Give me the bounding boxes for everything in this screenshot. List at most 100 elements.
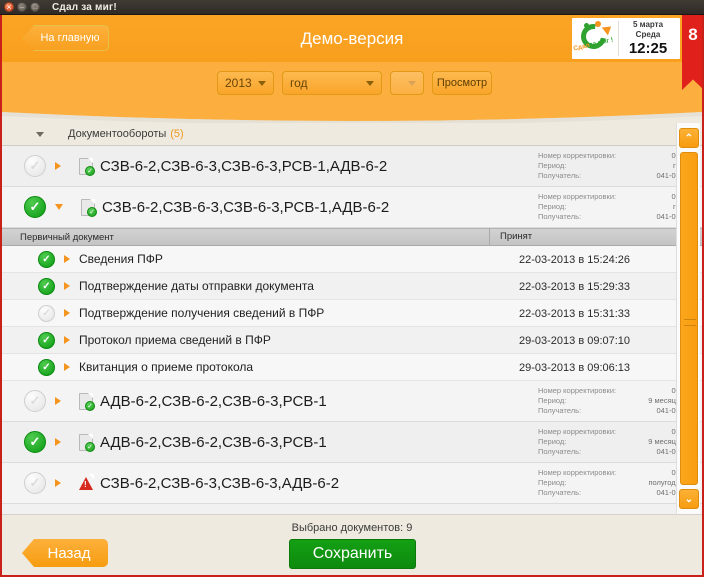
- row-checkbox[interactable]: ✓: [24, 155, 46, 177]
- subrow-checkbox[interactable]: ✓: [38, 358, 55, 376]
- group-label: Документообороты: [68, 128, 167, 140]
- subtable-header: Первичный документ Принят: [2, 228, 702, 246]
- vertical-scrollbar[interactable]: ⌃ ⌄: [676, 123, 700, 514]
- table-row[interactable]: ✓ АДВ-6-2,СЗВ-6-2,СЗВ-6-3,РСВ-1 Номер ко…: [2, 381, 702, 422]
- date-weekday: Среда: [635, 30, 661, 39]
- year-select[interactable]: 2013: [217, 71, 274, 95]
- meta-label-recipient: Получатель:: [538, 171, 582, 180]
- back-button[interactable]: Назад: [22, 539, 108, 567]
- row-meta: Номер корректировки:000 Период:9 месяцев…: [538, 386, 684, 416]
- home-button[interactable]: На главную: [23, 25, 109, 51]
- meta-label-correction: Номер корректировки:: [538, 151, 617, 160]
- period-select-value: год: [290, 76, 308, 90]
- subrow-title: Квитанция о приеме протокола: [79, 360, 254, 374]
- datetime-panel: 5 марта Среда 12:25: [618, 20, 680, 57]
- meta-label-recipient: Получатель:: [538, 447, 582, 456]
- view-button[interactable]: Просмотр: [432, 71, 492, 95]
- group-header-documentooboroty[interactable]: Документообороты (5): [2, 123, 702, 145]
- chevron-right-icon[interactable]: [55, 397, 61, 405]
- document-ok-icon: [81, 198, 97, 217]
- table-row[interactable]: ✓ АДВ-6-2,СЗВ-6-2,СЗВ-6-3,РСВ-1 Номер ко…: [2, 422, 702, 463]
- chevron-right-icon[interactable]: [64, 282, 70, 290]
- meta-label-period: Период:: [538, 396, 567, 405]
- subrow-date: 22-03-2013 в 15:31:33: [519, 307, 631, 320]
- table-row[interactable]: ✓ СЗВ-6-2,СЗВ-6-3,СЗВ-6-3,РСВ-1,АДВ-6-2 …: [2, 187, 702, 228]
- chevron-right-icon[interactable]: [64, 255, 70, 263]
- row-title: СЗВ-6-2,СЗВ-6-3,СЗВ-6-3,РСВ-1,АДВ-6-2: [102, 198, 390, 216]
- subrow-date: 22-03-2013 в 15:29:33: [519, 280, 631, 293]
- meta-label-period: Период:: [538, 161, 567, 170]
- row-checkbox[interactable]: ✓: [24, 390, 46, 412]
- subrow-checkbox[interactable]: ✓: [38, 304, 55, 322]
- year-select-value: 2013: [225, 76, 252, 90]
- subrow-date: 22-03-2013 в 15:24:26: [519, 253, 631, 266]
- row-title: АДВ-6-2,СЗВ-6-2,СЗВ-6-3,РСВ-1: [100, 392, 327, 410]
- subrow-date: 29-03-2013 в 09:07:10: [519, 334, 631, 347]
- period-select[interactable]: год: [282, 71, 382, 95]
- meta-label-correction: Номер корректировки:: [538, 192, 617, 201]
- subrow-title: Протокол приема сведений в ПФР: [79, 333, 271, 347]
- application-window: Сдал за миг! Демо-версия На главную Сдал…: [0, 0, 704, 577]
- meta-label-recipient: Получатель:: [538, 406, 582, 415]
- subrow-checkbox[interactable]: ✓: [38, 277, 55, 295]
- list-item[interactable]: ✓ Подтверждение получения сведений в ПФР…: [2, 300, 702, 327]
- chevron-right-icon[interactable]: [64, 309, 70, 317]
- extra-select[interactable]: [390, 71, 424, 95]
- window-minimize-button[interactable]: [17, 2, 27, 12]
- window-close-button[interactable]: [4, 2, 14, 12]
- scroll-up-button[interactable]: ⌃: [679, 128, 699, 148]
- row-title: СЗВ-6-2,СЗВ-6-3,СЗВ-6-3,АДВ-6-2: [100, 474, 340, 492]
- meta-label-recipient: Получатель:: [538, 488, 582, 497]
- chevron-right-icon[interactable]: [55, 479, 61, 487]
- subrow-checkbox[interactable]: ✓: [38, 331, 55, 349]
- brand-logo-panel: Сдалза миг ! 5 марта Среда 12:25: [572, 18, 680, 59]
- document-ok-icon: [79, 392, 95, 411]
- document-list-panel: Документообороты (5) ✓ СЗВ-6-2,СЗВ-6-3,С…: [2, 123, 702, 514]
- chevron-right-icon[interactable]: [55, 162, 61, 170]
- subrow-title: Подтверждение даты отправки документа: [79, 279, 314, 293]
- list-item[interactable]: ✓ Подтверждение даты отправки документа …: [2, 273, 702, 300]
- row-checkbox[interactable]: ✓: [24, 472, 46, 494]
- document-ok-icon: [79, 433, 95, 452]
- chevron-right-icon[interactable]: [64, 336, 70, 344]
- row-checkbox[interactable]: ✓: [24, 431, 46, 453]
- scrollbar-thumb[interactable]: [680, 152, 698, 485]
- chevron-down-icon: [408, 80, 416, 86]
- selected-count-label: Выбрано документов: 9: [291, 522, 413, 534]
- table-row[interactable]: ✓ СЗВ-6-2,СЗВ-6-3,СЗВ-6-3,РСВ-1,АДВ-6-2 …: [2, 146, 702, 187]
- chevron-right-icon[interactable]: [64, 363, 70, 371]
- list-item[interactable]: ✓ Сведения ПФР 22-03-2013 в 15:24:26: [2, 246, 702, 273]
- chevron-down-icon[interactable]: [55, 204, 63, 210]
- meta-label-period: Период:: [538, 478, 567, 487]
- table-row[interactable]: ✓ СЗВ-6-2,СЗВ-6-3,СЗВ-6-3,АДВ-6-2 Номер …: [2, 463, 702, 504]
- window-maximize-button[interactable]: [30, 2, 40, 12]
- list-item[interactable]: ✓ Протокол приема сведений в ПФР 29-03-2…: [2, 327, 702, 354]
- row-title: АДВ-6-2,СЗВ-6-2,СЗВ-6-3,РСВ-1: [100, 433, 327, 451]
- window-title: Сдал за миг!: [52, 1, 117, 13]
- save-button[interactable]: Сохранить: [289, 539, 416, 569]
- scroll-down-button[interactable]: ⌄: [679, 489, 699, 509]
- promo-ribbon: 8: [682, 15, 702, 90]
- app-frame: Демо-версия На главную Сдалза миг ! 5 ма…: [0, 15, 704, 577]
- rows-container: ✓ СЗВ-6-2,СЗВ-6-3,СЗВ-6-3,РСВ-1,АДВ-6-2 …: [2, 145, 702, 514]
- chevron-down-icon: [258, 80, 266, 86]
- row-meta: Номер корректировки:000 Период:год Получ…: [538, 151, 684, 181]
- date-day: 5 марта: [632, 20, 664, 29]
- subrow-title: Сведения ПФР: [79, 252, 163, 266]
- filter-toolbar: 2013 год Просмотр: [2, 62, 702, 104]
- subrow-checkbox[interactable]: ✓: [38, 250, 55, 268]
- footer-bar: Выбрано документов: 9 Назад Сохранить: [2, 514, 702, 575]
- meta-label-recipient: Получатель:: [538, 212, 582, 221]
- row-meta: Номер корректировки:000 Период:полугодие…: [538, 468, 684, 498]
- column-header-accepted: Принят: [489, 228, 532, 246]
- row-checkbox[interactable]: ✓: [24, 196, 46, 218]
- meta-label-period: Период:: [538, 437, 567, 446]
- document-warning-icon: [79, 473, 94, 492]
- row-meta: Номер корректировки:000 Период:9 месяцев…: [538, 427, 684, 457]
- chevron-right-icon[interactable]: [55, 438, 61, 446]
- logo-icon: Сдалза миг !: [572, 19, 618, 58]
- clock-time: 12:25: [628, 40, 668, 57]
- list-item[interactable]: ✓ Квитанция о приеме протокола 29-03-201…: [2, 354, 702, 381]
- subrow-title: Подтверждение получения сведений в ПФР: [79, 306, 325, 320]
- meta-label-period: Период:: [538, 202, 567, 211]
